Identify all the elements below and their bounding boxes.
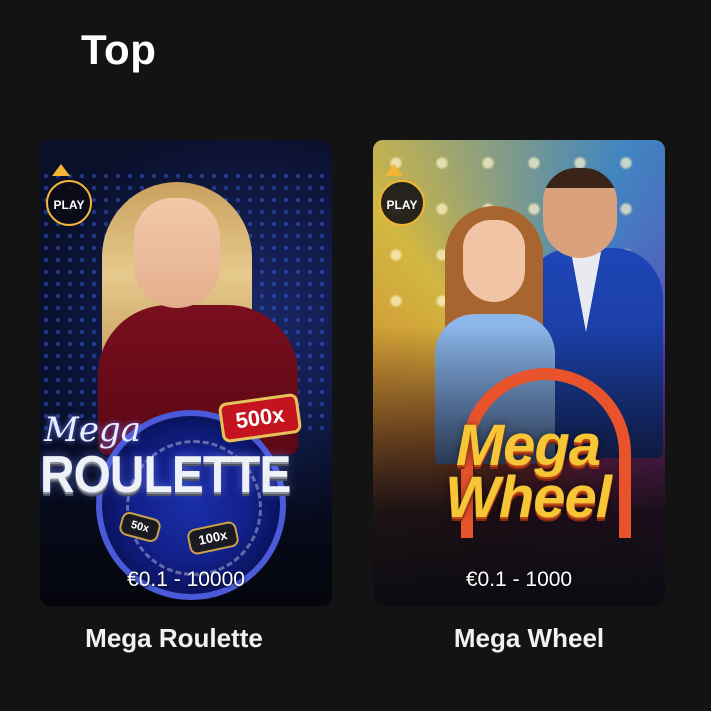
provider-logo-badge: PLAY — [379, 180, 425, 226]
logo-main-text: Mega Wheel — [413, 417, 643, 530]
logo-main-text: ROULETTE — [40, 446, 291, 504]
game-title-mega-roulette[interactable]: Mega Roulette — [28, 623, 320, 654]
game-title-mega-wheel[interactable]: Mega Wheel — [383, 623, 675, 654]
crown-icon — [385, 164, 403, 176]
bet-limits: €0.1 - 1000 — [465, 568, 573, 591]
crown-icon — [52, 164, 70, 176]
bet-limits: €0.1 - 10000 — [127, 568, 245, 591]
presenter-face — [134, 198, 220, 308]
game-card-mega-roulette[interactable]: Mega ROULETTE 500x 50x 100x PLAY €0.1 - … — [40, 140, 332, 606]
logo-script-text: Mega — [44, 410, 141, 450]
top-games-section: Top Mega ROULETTE 500x 50x 100x PLAY €0.… — [0, 0, 711, 711]
game-card-mega-wheel[interactable]: Mega Wheel PLAY €0.1 - 1000 — [373, 140, 665, 606]
section-title: Top — [81, 26, 157, 73]
logo-line-2: Wheel — [445, 465, 612, 530]
provider-logo-badge: PLAY — [46, 180, 92, 226]
